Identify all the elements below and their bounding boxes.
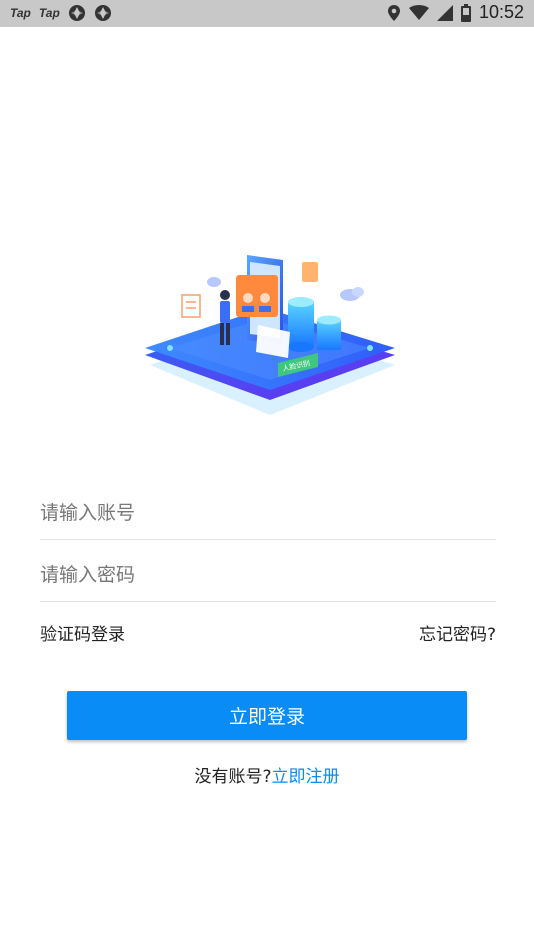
- status-bar-left: Tap Tap: [10, 4, 112, 22]
- password-input[interactable]: [40, 540, 496, 605]
- battery-icon: [460, 3, 471, 22]
- signal-icon: [436, 4, 453, 21]
- taptap-notification-label: Tap: [38, 6, 60, 20]
- wifi-icon: [408, 4, 429, 20]
- status-bar: Tap Tap 10:52: [0, 0, 534, 27]
- clock: 10:52: [478, 2, 524, 22]
- account-field-container: [40, 478, 496, 543]
- taptap-notification-label: Tap: [10, 6, 31, 20]
- aperture-icon: [68, 5, 85, 21]
- no-account-text: 没有账号?: [194, 767, 272, 787]
- password-field-container: [40, 540, 496, 605]
- login-illustration: 人脸识别: [145, 255, 395, 415]
- sms-code-login-link[interactable]: 验证码登录: [40, 620, 125, 645]
- status-bar-right: 10:52: [387, 2, 524, 23]
- forgot-password-link[interactable]: 忘记密码?: [419, 620, 496, 645]
- account-input[interactable]: [40, 478, 496, 543]
- aperture-icon: [94, 5, 111, 21]
- register-prompt: 没有账号?立即注册: [0, 762, 534, 787]
- login-button[interactable]: 立即登录: [67, 691, 467, 740]
- location-icon: [387, 4, 400, 21]
- auth-options-row: 验证码登录 忘记密码?: [40, 620, 496, 646]
- register-link[interactable]: 立即注册: [272, 767, 340, 787]
